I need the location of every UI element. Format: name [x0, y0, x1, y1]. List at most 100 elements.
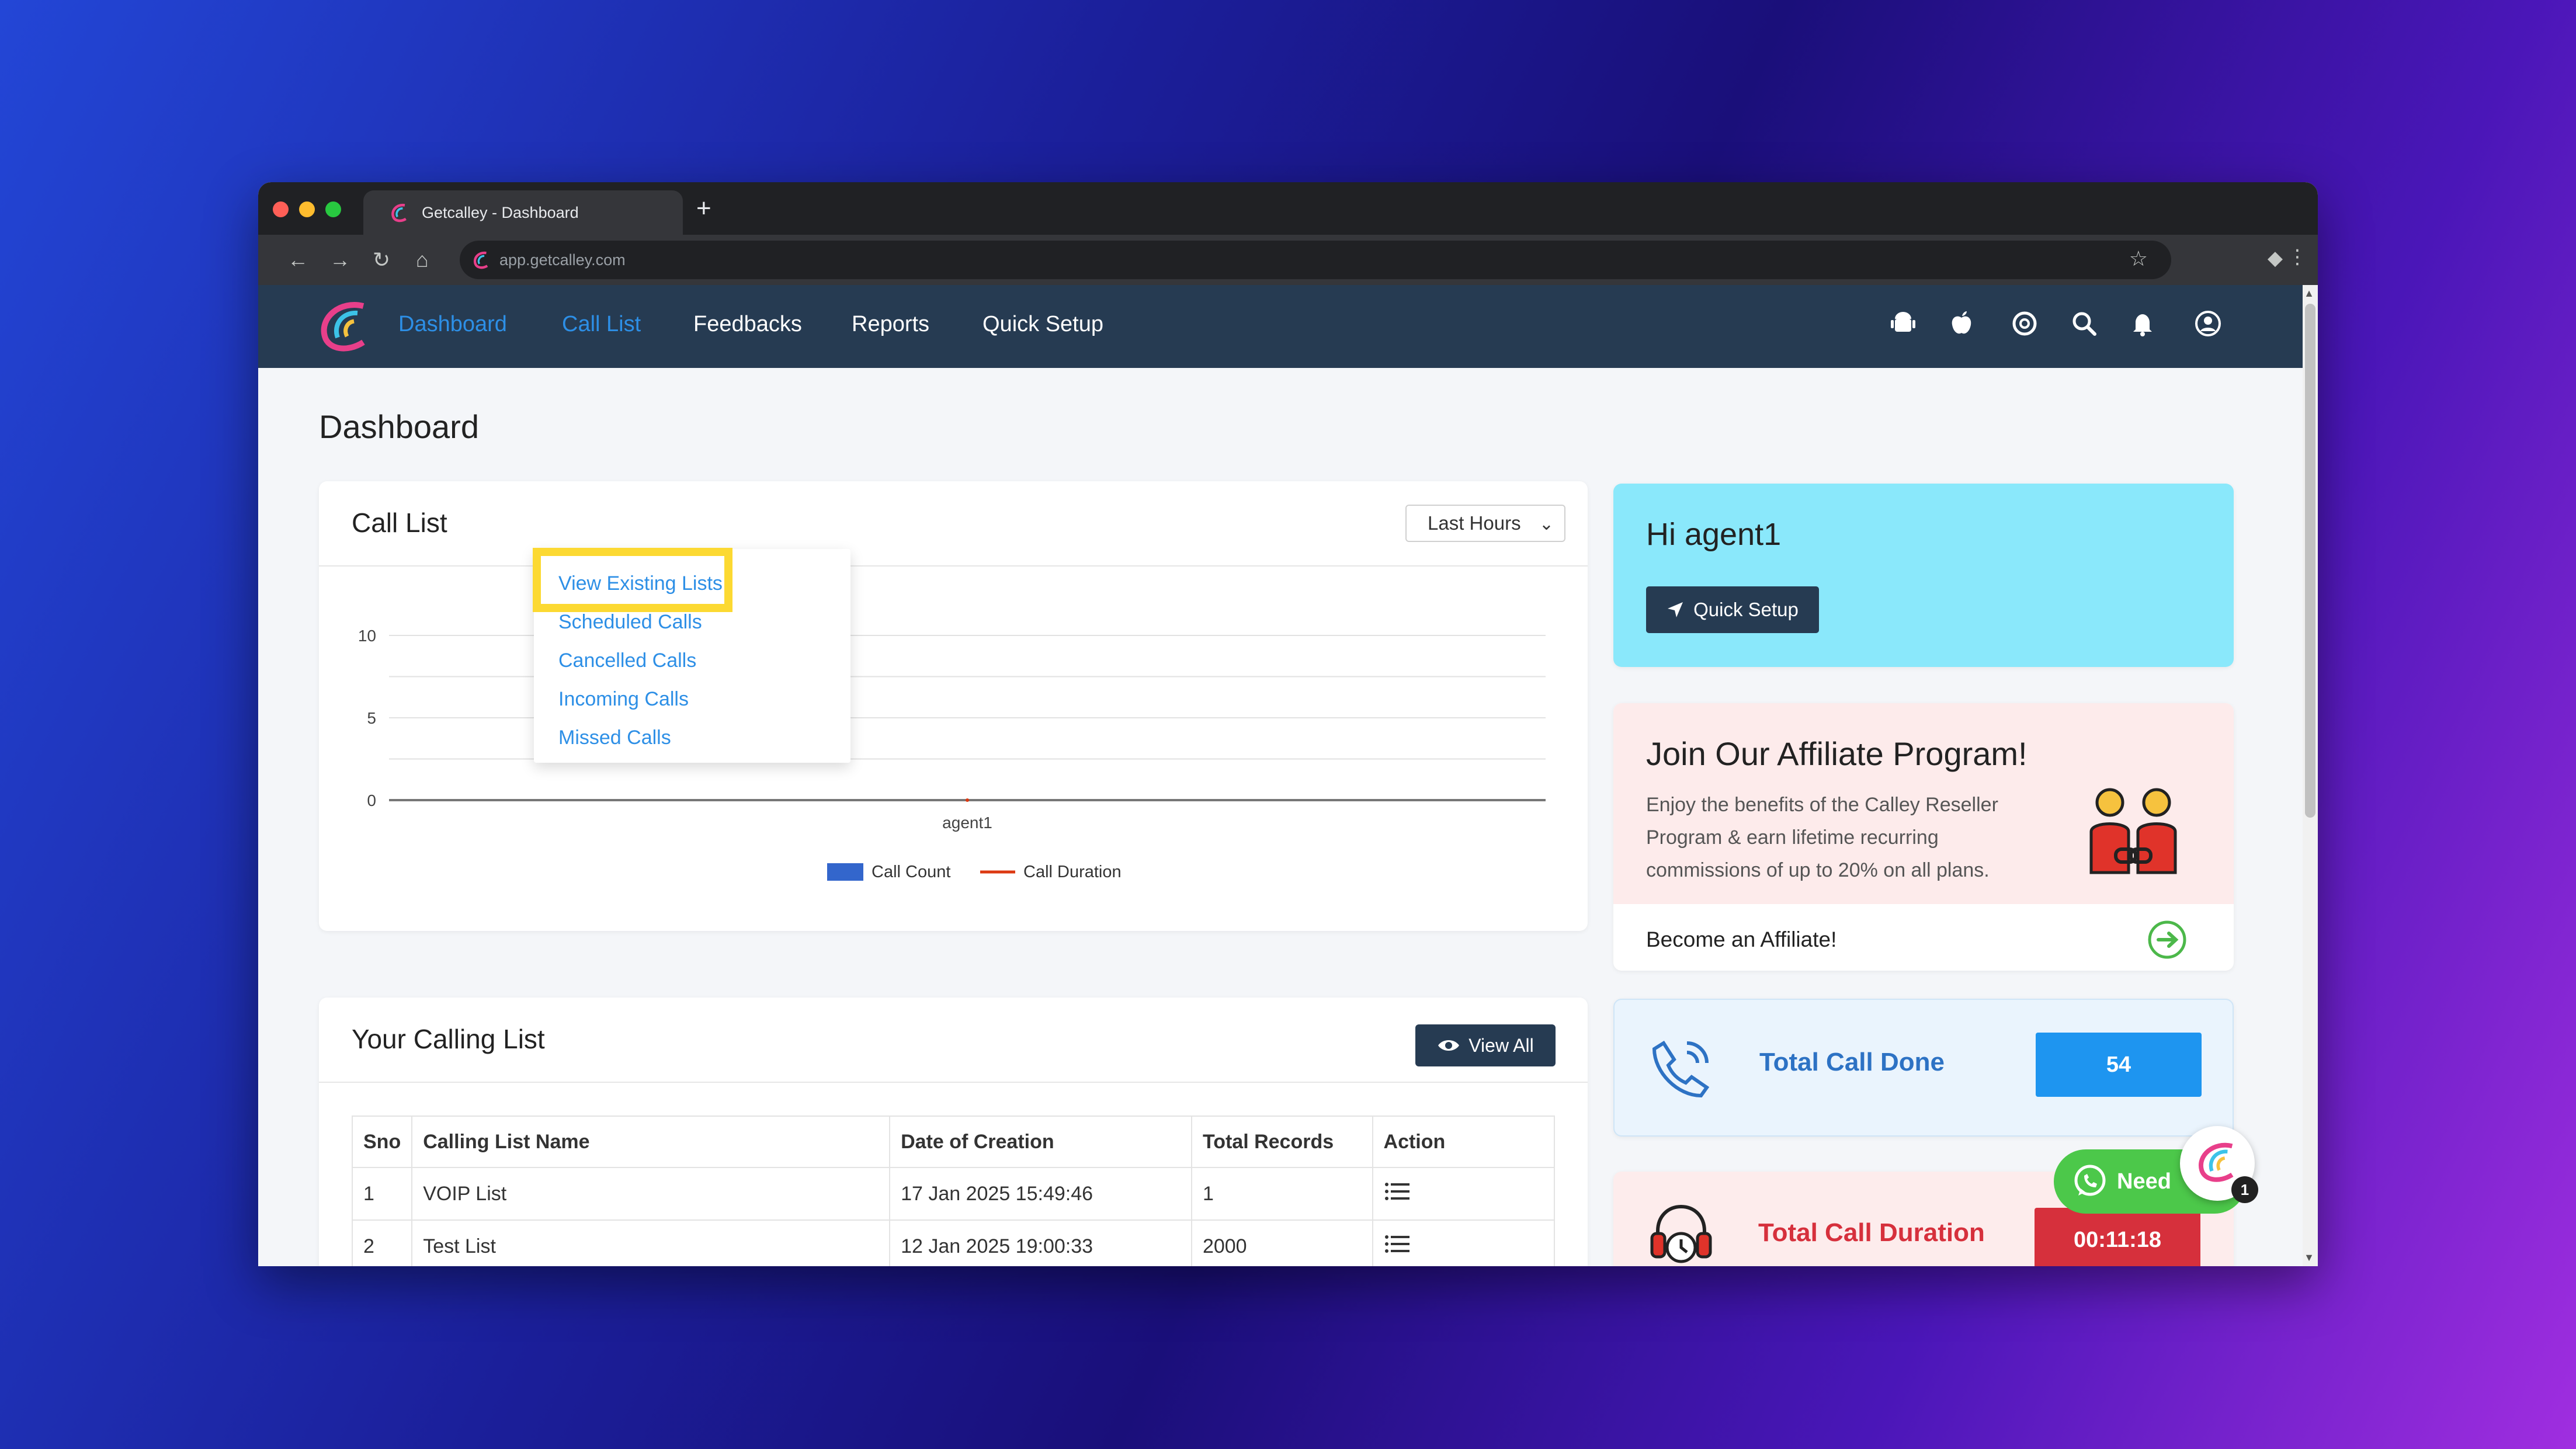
list-icon[interactable]	[1384, 1232, 1411, 1256]
search-icon[interactable]	[2069, 308, 2099, 339]
view-all-label: View All	[1468, 1034, 1534, 1056]
x-tick-label: agent1	[942, 814, 992, 832]
home-icon[interactable]: ⌂	[416, 245, 429, 274]
time-range-value: Last Hours	[1428, 512, 1521, 534]
bell-icon[interactable]	[2127, 308, 2158, 339]
maximize-window-button[interactable]	[325, 201, 341, 217]
menu-item-scheduled-calls[interactable]: Scheduled Calls	[558, 611, 702, 634]
navigation-arrow-icon	[1668, 602, 1683, 617]
brand-logo-icon[interactable]	[317, 300, 373, 353]
menu-item-incoming-calls[interactable]: Incoming Calls	[558, 688, 689, 711]
phone-call-icon	[1652, 1040, 1710, 1098]
total-calls-card: Total Call Done 54	[1613, 999, 2234, 1137]
support-lifebuoy-icon[interactable]	[2009, 308, 2040, 339]
y-tick-label: 10	[358, 627, 376, 645]
arrow-right-circle-icon[interactable]	[2147, 919, 2188, 960]
unread-badge: 1	[2231, 1176, 2258, 1203]
menu-item-missed-calls[interactable]: Missed Calls	[558, 727, 671, 749]
call-list-card-title: Call List	[352, 508, 447, 538]
url-text: app.getcalley.com	[499, 251, 626, 269]
whatsapp-label: Need	[2117, 1169, 2171, 1194]
back-icon[interactable]: ←	[287, 245, 308, 274]
scroll-up-arrow-icon[interactable]: ▲	[2304, 287, 2314, 300]
affiliate-partners-icon	[2089, 788, 2177, 874]
headset-clock-icon	[1650, 1204, 1712, 1263]
table-row[interactable]: 1 VOIP List 17 Jan 2025 15:49:46 1	[351, 1167, 1556, 1221]
table-row[interactable]: 2 Test List 12 Jan 2025 19:00:33 2000	[351, 1219, 1556, 1266]
app-viewport: Dashboard Call List Feedbacks Reports Qu…	[258, 285, 2318, 1266]
scrollbar-thumb[interactable]	[2305, 304, 2315, 818]
chart-point	[966, 798, 969, 802]
table-cell: 2	[351, 1219, 413, 1266]
table-cell: 1	[351, 1167, 413, 1221]
highlight-box	[533, 548, 732, 612]
table-cell: Test List	[411, 1219, 891, 1266]
apple-icon[interactable]	[1946, 308, 1977, 339]
calley-chat-launcher[interactable]: 1	[2180, 1126, 2258, 1203]
table-cell: VOIP List	[411, 1167, 891, 1221]
page-title: Dashboard	[319, 408, 479, 445]
quick-setup-button[interactable]: Quick Setup	[1646, 586, 1819, 633]
address-bar[interactable]: app.getcalley.com ☆	[460, 241, 2171, 279]
time-range-select[interactable]: Last Hours ⌄	[1405, 505, 1565, 542]
browser-menu-icon[interactable]: ⋮	[2287, 245, 2307, 269]
page-scrollbar[interactable]: ▲ ▼	[2303, 285, 2318, 1266]
new-tab-button[interactable]: +	[696, 194, 711, 223]
extensions-icon[interactable]: ◆	[2268, 246, 2283, 270]
bookmark-star-icon[interactable]: ☆	[2129, 246, 2148, 271]
y-tick-label: 5	[367, 709, 376, 727]
column-header: Calling List Name	[411, 1116, 891, 1168]
site-favicon-icon	[473, 251, 488, 269]
become-affiliate-link[interactable]: Become an Affiliate!	[1646, 927, 1836, 952]
nav-quick-setup[interactable]: Quick Setup	[983, 312, 1103, 337]
reload-icon[interactable]: ↻	[373, 245, 390, 274]
table-cell-action	[1372, 1167, 1556, 1221]
view-all-button[interactable]: View All	[1415, 1024, 1556, 1066]
top-navbar: Dashboard Call List Feedbacks Reports Qu…	[258, 285, 2303, 368]
table-cell: 2000	[1190, 1219, 1373, 1266]
column-header: Action	[1372, 1116, 1556, 1168]
scroll-down-arrow-icon[interactable]: ▼	[2304, 1252, 2314, 1264]
column-header: Sno	[351, 1116, 413, 1168]
table-cell: 17 Jan 2025 15:49:46	[889, 1167, 1192, 1221]
browser-tab-active[interactable]: Getcalley - Dashboard	[363, 190, 683, 235]
table-cell: 12 Jan 2025 19:00:33	[889, 1219, 1192, 1266]
greeting-text: Hi agent1	[1646, 517, 1782, 552]
eye-icon	[1438, 1040, 1460, 1051]
tab-title: Getcalley - Dashboard	[422, 203, 579, 221]
table-cell: 1	[1190, 1167, 1373, 1221]
quick-setup-label: Quick Setup	[1693, 599, 1799, 620]
calling-list-card: Your Calling List View All Sno Calling L…	[319, 998, 1588, 1266]
nav-call-list[interactable]: Call List	[562, 312, 641, 337]
affiliate-description: Enjoy the benefits of the Calley Reselle…	[1646, 794, 1998, 881]
browser-toolbar: ← → ↻ ⌂ app.getcalley.com ☆ ◆ ⋮	[258, 235, 2318, 285]
nav-reports[interactable]: Reports	[852, 312, 929, 337]
legend-label-call-count: Call Count	[872, 863, 950, 881]
total-duration-label: Total Call Duration	[1758, 1218, 1985, 1247]
y-tick-label: 0	[367, 791, 376, 809]
minimize-window-button[interactable]	[299, 201, 315, 217]
close-window-button[interactable]	[273, 201, 289, 217]
legend-swatch-call-count	[827, 863, 863, 881]
list-icon[interactable]	[1384, 1180, 1411, 1203]
affiliate-title: Join Our Affiliate Program!	[1646, 735, 2028, 772]
card-divider	[319, 1082, 1588, 1083]
menu-item-cancelled-calls[interactable]: Cancelled Calls	[558, 649, 696, 672]
forward-icon[interactable]: →	[329, 245, 350, 274]
browser-tabbar: Getcalley - Dashboard +	[258, 182, 2318, 235]
calley-logo-icon	[391, 204, 407, 223]
chevron-down-icon: ⌄	[1539, 515, 1554, 534]
legend-label-call-duration: Call Duration	[1023, 863, 1122, 881]
android-icon[interactable]	[1888, 308, 1918, 339]
nav-dashboard[interactable]: Dashboard	[398, 312, 507, 337]
total-calls-value: 54	[2036, 1033, 2202, 1097]
nav-feedbacks[interactable]: Feedbacks	[693, 312, 802, 337]
column-header: Total Records	[1190, 1116, 1373, 1168]
user-account-icon[interactable]	[2193, 308, 2223, 339]
table-cell-action	[1372, 1219, 1556, 1266]
column-header: Date of Creation	[889, 1116, 1192, 1168]
call-list-chart: 0 5 10 agent1 Call Count Call Duration	[358, 627, 1546, 881]
calling-list-table: Sno Calling List Name Date of Creation T…	[351, 1116, 1556, 1266]
total-duration-value: 00:11:18	[2035, 1208, 2200, 1266]
calling-list-title: Your Calling List	[352, 1024, 545, 1054]
